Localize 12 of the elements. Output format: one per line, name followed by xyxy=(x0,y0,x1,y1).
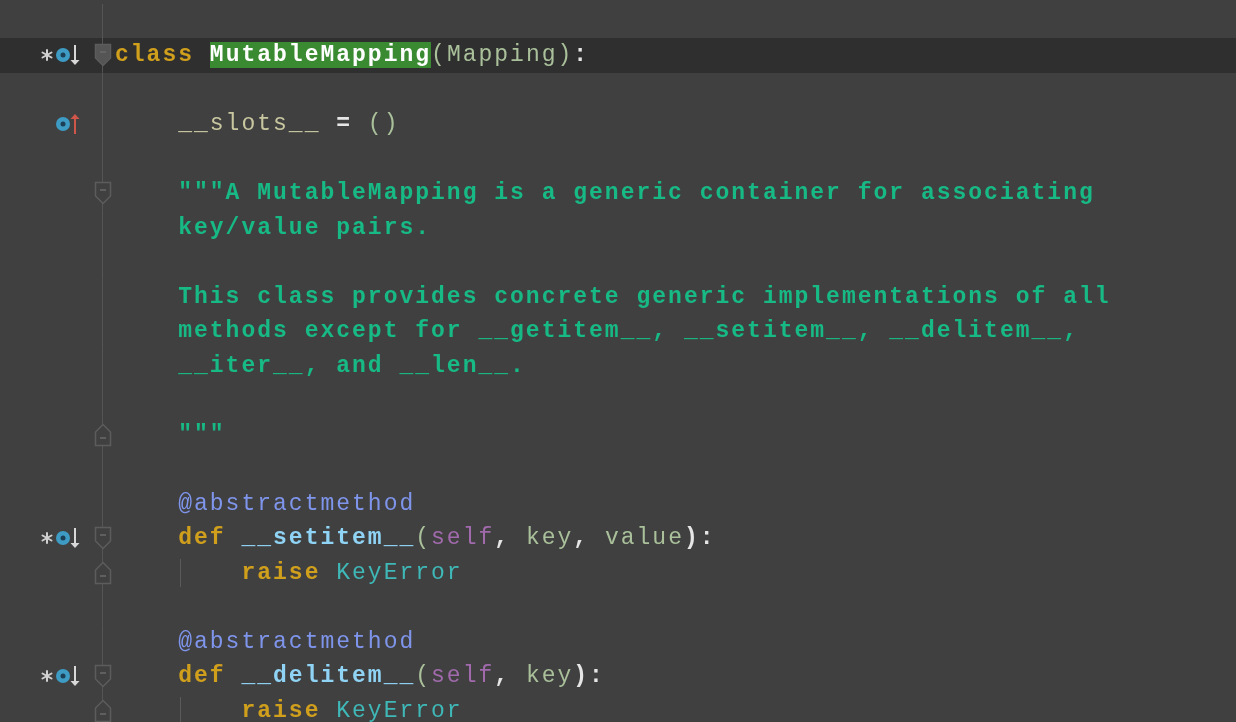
code-line: class MutableMapping(Mapping): xyxy=(115,41,590,70)
code-line: def __setitem__(self, key, value): xyxy=(177,524,716,553)
code-line: __slots__ = () xyxy=(177,110,400,139)
code-line: This class provides concrete generic implementations of all xyxy=(177,282,1111,312)
code-line: __iter__, and __len__. xyxy=(177,351,526,381)
code-line: def __delitem__(self, key): xyxy=(177,662,605,691)
code-line: """ xyxy=(177,420,226,450)
code-line: """A MutableMapping is a generic container for associating xyxy=(177,179,1095,208)
code-line: @abstractmethod xyxy=(177,489,416,519)
code-line: key/value pairs. xyxy=(177,213,432,243)
code-line: methods except for __getitem__, __setitem__, __delitem__, xyxy=(177,317,1079,346)
code-line: @abstractmethod xyxy=(177,627,416,657)
